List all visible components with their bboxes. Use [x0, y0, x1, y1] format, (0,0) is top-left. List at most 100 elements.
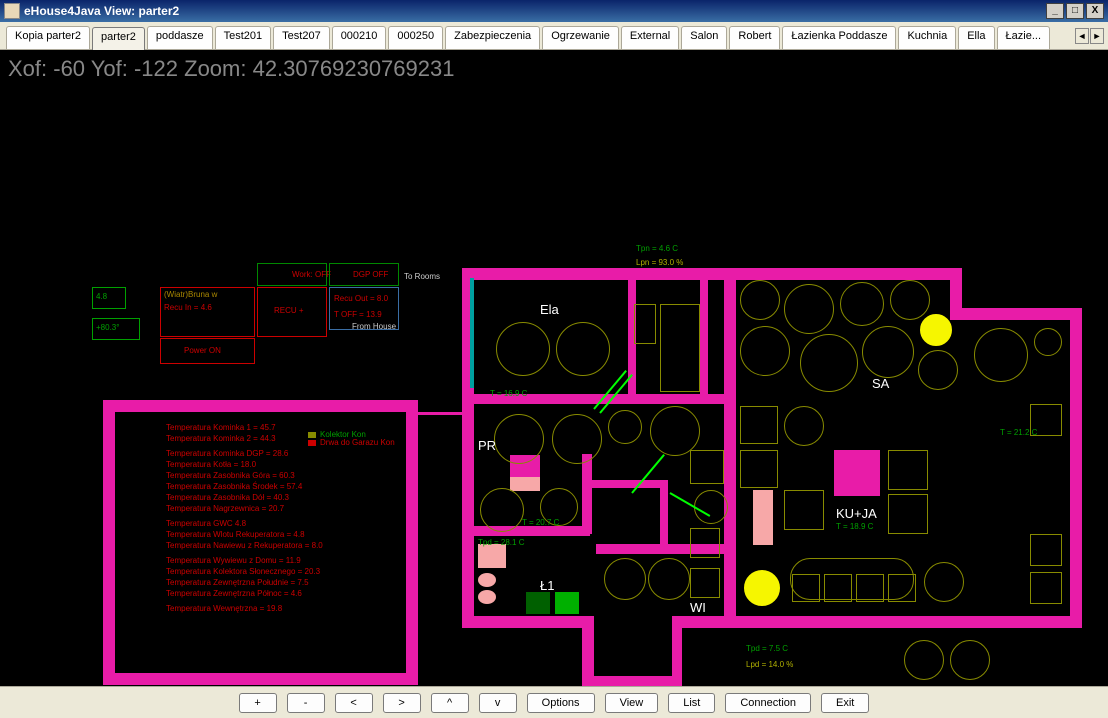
sensor-row: Temperatura Kominka 1 = 45.7 [166, 423, 396, 432]
device-icon[interactable] [1030, 534, 1062, 566]
tab-kuchnia[interactable]: Kuchnia [898, 26, 956, 49]
device-icon[interactable] [784, 284, 834, 334]
device-icon[interactable] [1034, 328, 1062, 356]
temp-l1: Tpd = 28.1 C [478, 538, 524, 547]
maximize-button[interactable]: □ [1066, 3, 1084, 19]
wall [416, 412, 464, 415]
device-icon[interactable] [918, 350, 958, 390]
tab-zabezpieczenia[interactable]: Zabezpieczenia [445, 26, 540, 49]
tab-test201[interactable]: Test201 [215, 26, 272, 49]
options-button[interactable]: Options [527, 693, 595, 713]
device-icon[interactable] [890, 280, 930, 320]
exit-button[interactable]: Exit [821, 693, 869, 713]
device-icon[interactable] [950, 640, 990, 680]
device-icon[interactable] [690, 568, 720, 598]
sensor-row: Temperatura Nawiewu z Rekuperatora = 8.0 [166, 541, 396, 550]
device-icon[interactable] [480, 488, 524, 532]
zoom-out-button[interactable]: - [287, 693, 325, 713]
wall [724, 268, 736, 618]
minimize-button[interactable]: _ [1046, 3, 1064, 19]
tab-test207[interactable]: Test207 [273, 26, 330, 49]
tab-ogrzewanie[interactable]: Ogrzewanie [542, 26, 619, 49]
device-icon[interactable] [924, 562, 964, 602]
pan-up-button[interactable]: ^ [431, 693, 469, 713]
tab-kopia-parter2[interactable]: Kopia parter2 [6, 26, 90, 49]
device-icon[interactable] [792, 574, 820, 602]
device-icon[interactable] [888, 494, 928, 534]
tab-lazienka-cut[interactable]: Łazie... [997, 26, 1050, 49]
close-button[interactable]: X [1086, 3, 1104, 19]
tab-scroll-left[interactable]: ◄ [1075, 28, 1089, 44]
device-icon[interactable] [888, 574, 916, 602]
device-icon[interactable] [634, 304, 656, 344]
sensor-row: Temperatura Zewnętrzna Północ = 4.6 [166, 589, 396, 598]
furniture[interactable] [753, 490, 773, 545]
view-button[interactable]: View [605, 693, 659, 713]
wall [103, 400, 115, 685]
wall [660, 480, 668, 550]
pan-right-button[interactable]: > [383, 693, 421, 713]
tab-parter2[interactable]: parter2 [92, 27, 145, 50]
device-icon[interactable] [648, 558, 690, 600]
list-button[interactable]: List [668, 693, 715, 713]
device-icon[interactable] [974, 328, 1028, 382]
tab-000210[interactable]: 000210 [332, 26, 387, 49]
recu-out: Recu Out = 8.0 [334, 294, 388, 303]
tab-salon[interactable]: Salon [681, 26, 727, 49]
furniture[interactable] [510, 477, 540, 491]
light-on-icon[interactable] [920, 314, 952, 346]
pan-down-button[interactable]: v [479, 693, 517, 713]
device-icon[interactable] [690, 528, 720, 558]
device-icon[interactable] [800, 334, 858, 392]
sensor-row: Temperatura Wywiewu z Domu = 11.9 [166, 556, 396, 565]
device-icon[interactable] [694, 490, 728, 524]
device-icon[interactable] [1030, 572, 1062, 604]
app-icon [4, 3, 20, 19]
device-icon[interactable] [604, 558, 646, 600]
device-icon[interactable] [904, 640, 944, 680]
room-label-pr: PR [478, 438, 496, 453]
tab-robert[interactable]: Robert [729, 26, 780, 49]
device-icon[interactable] [862, 326, 914, 378]
sensor-row: Temperatura Kominka 2 = 44.3 [166, 434, 396, 443]
device-icon[interactable] [840, 282, 884, 326]
tab-external[interactable]: External [621, 26, 679, 49]
tab-scroll-right[interactable]: ► [1090, 28, 1104, 44]
device-icon[interactable] [824, 574, 852, 602]
wall [406, 400, 418, 685]
pan-left-button[interactable]: < [335, 693, 373, 713]
furniture[interactable] [526, 592, 550, 614]
tab-000250[interactable]: 000250 [388, 26, 443, 49]
tab-ella[interactable]: Ella [958, 26, 994, 49]
device-icon[interactable] [740, 326, 790, 376]
fixture-icon[interactable] [478, 573, 496, 587]
device-icon[interactable] [740, 280, 780, 320]
floorplan-canvas[interactable]: Xof: -60 Yof: -122 Zoom: 42.307692307692… [0, 50, 1108, 686]
device-icon[interactable] [494, 414, 544, 464]
tab-poddasze[interactable]: poddasze [147, 26, 213, 49]
light-on-icon[interactable] [744, 570, 780, 606]
device-icon[interactable] [496, 322, 550, 376]
connection-button[interactable]: Connection [725, 693, 811, 713]
device-icon[interactable] [556, 322, 610, 376]
device-icon[interactable] [660, 304, 700, 392]
zoom-in-button[interactable]: + [239, 693, 277, 713]
device-icon[interactable] [784, 490, 824, 530]
fixture-icon[interactable] [478, 590, 496, 604]
furniture[interactable] [478, 544, 506, 568]
device-icon[interactable] [608, 410, 642, 444]
device-icon[interactable] [650, 406, 700, 456]
device-icon[interactable] [740, 406, 778, 444]
device-icon[interactable] [784, 406, 824, 446]
device-icon[interactable] [888, 450, 928, 490]
device-icon[interactable] [856, 574, 884, 602]
window-title: eHouse4Java View: parter2 [24, 4, 179, 18]
device-icon[interactable] [690, 450, 724, 484]
device-icon[interactable] [740, 450, 778, 488]
device-icon[interactable] [552, 414, 602, 464]
window-segment [470, 278, 474, 388]
temp-bottom: Tpd = 7.5 C [746, 644, 788, 653]
tab-lazienka-poddasze[interactable]: Łazienka Poddasze [782, 26, 896, 49]
furniture[interactable] [555, 592, 579, 614]
furniture[interactable] [834, 450, 880, 496]
